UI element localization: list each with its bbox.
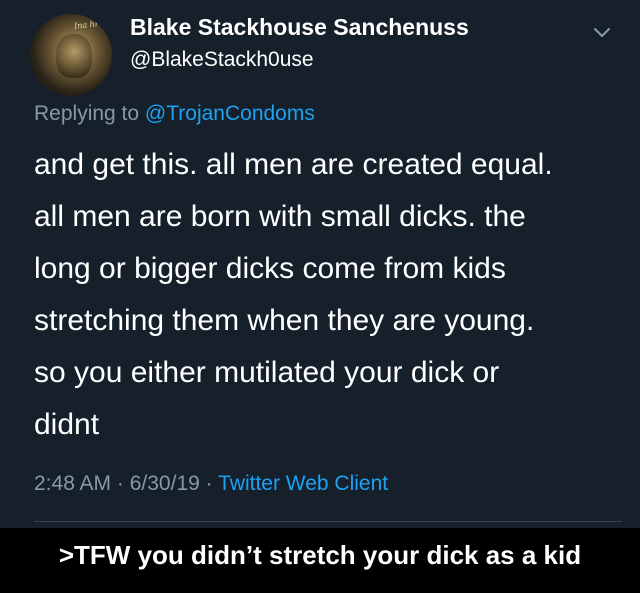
replying-to-label: Replying to [34, 102, 145, 125]
tweet-text-line: all men are born with small dicks. the [34, 200, 526, 233]
avatar-face [56, 34, 92, 78]
tweet-text-line: didnt [34, 408, 100, 441]
user-handle[interactable]: @BlakeStackh0use [130, 48, 314, 72]
meme-caption: >TFW you didn’t stretch your dick as a k… [58, 540, 582, 570]
tweet-text-line: stretching them when they are young. [34, 304, 535, 337]
replying-to-line: Replying to @TrojanCondoms [34, 102, 315, 126]
tweet-meta: 2:48 AM · 6/30/19 · Twitter Web Client [34, 472, 388, 496]
chevron-down-icon[interactable] [592, 22, 612, 42]
avatar[interactable]: Ina hrus [30, 14, 112, 96]
tweet-text-line: so you either mutilated your dick or [34, 356, 500, 389]
tweet-client-link[interactable]: Twitter Web Client [218, 472, 388, 495]
tweet-text-line: and get this. all men are created equal. [34, 148, 553, 181]
divider [34, 521, 622, 522]
tweet-card: Ina hrus Blake Stackhouse Sanchenuss @Bl… [0, 0, 640, 528]
tweet-date[interactable]: 6/30/19 [130, 472, 200, 495]
replying-to-mention[interactable]: @TrojanCondoms [145, 102, 315, 125]
avatar-text: Ina hrus [73, 18, 109, 31]
meta-separator: · [111, 472, 130, 495]
tweet-text-line: long or bigger dicks come from kids [34, 252, 506, 285]
meta-separator: · [199, 472, 219, 495]
display-name[interactable]: Blake Stackhouse Sanchenuss [130, 14, 469, 41]
tweet-time[interactable]: 2:48 AM [34, 472, 111, 495]
tweet-text: and get this. all men are created equal.… [34, 139, 624, 451]
